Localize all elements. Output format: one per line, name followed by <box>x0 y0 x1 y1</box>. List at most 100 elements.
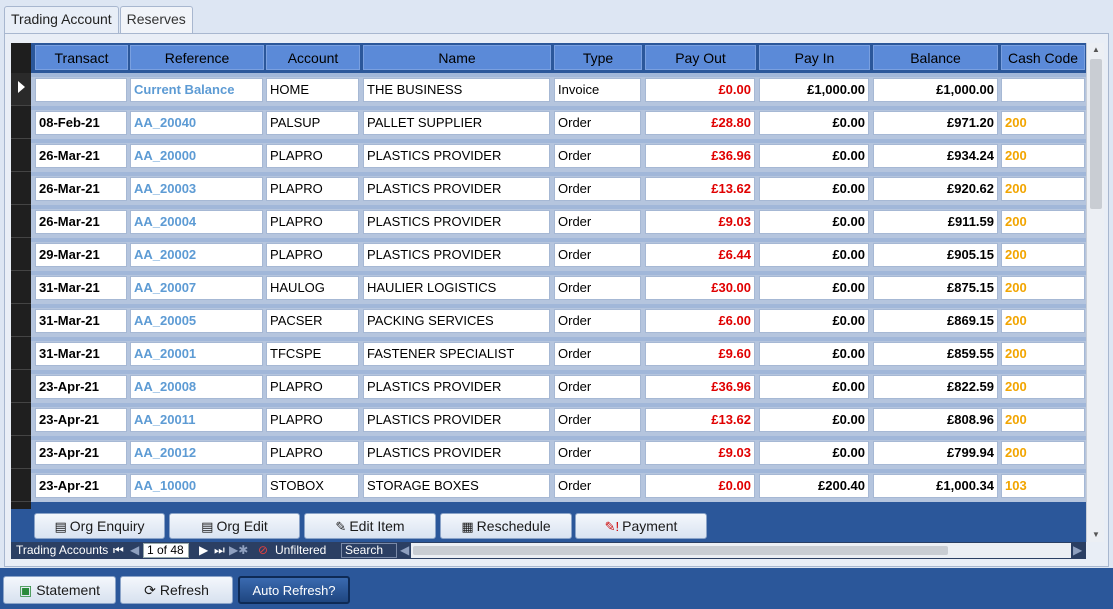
pay-out-cell[interactable]: £6.00 <box>645 309 755 333</box>
record-selector[interactable] <box>11 436 31 469</box>
transact-cell[interactable]: 23-Apr-21 <box>35 408 127 432</box>
column-header-reference[interactable]: Reference <box>130 45 264 70</box>
org-enquiry-button[interactable]: ▤ Org Enquiry <box>34 513 165 539</box>
name-cell[interactable]: PACKING SERVICES <box>363 309 550 333</box>
type-cell[interactable]: Order <box>554 309 641 333</box>
balance-cell[interactable]: £934.24 <box>873 144 998 168</box>
reference-cell[interactable]: AA_20003 <box>130 177 263 201</box>
reference-cell[interactable]: AA_20001 <box>130 342 263 366</box>
column-header-pay-in[interactable]: Pay In <box>759 45 870 70</box>
new-record-icon[interactable]: ▶✱ <box>229 542 248 559</box>
type-cell[interactable]: Order <box>554 111 641 135</box>
pay-in-cell[interactable]: £0.00 <box>759 309 869 333</box>
name-cell[interactable]: HAULIER LOGISTICS <box>363 276 550 300</box>
transact-cell[interactable]: 31-Mar-21 <box>35 276 127 300</box>
cash-code-cell[interactable]: 200 <box>1001 111 1085 135</box>
balance-cell[interactable]: £920.62 <box>873 177 998 201</box>
horizontal-scrollbar[interactable] <box>411 543 1071 558</box>
name-cell[interactable]: PLASTICS PROVIDER <box>363 243 550 267</box>
transact-cell[interactable]: 23-Apr-21 <box>35 375 127 399</box>
name-cell[interactable]: PLASTICS PROVIDER <box>363 441 550 465</box>
transact-cell[interactable]: 23-Apr-21 <box>35 474 127 498</box>
cash-code-cell[interactable]: 200 <box>1001 243 1085 267</box>
type-cell[interactable]: Order <box>554 276 641 300</box>
record-selector[interactable] <box>11 106 31 139</box>
account-cell[interactable]: PLAPRO <box>266 144 359 168</box>
horizontal-scroll-thumb[interactable] <box>413 546 948 555</box>
column-header-balance[interactable]: Balance <box>873 45 998 70</box>
reference-cell[interactable]: AA_20004 <box>130 210 263 234</box>
column-header-pay-out[interactable]: Pay Out <box>645 45 756 70</box>
record-selector[interactable] <box>11 73 31 106</box>
reschedule-button[interactable]: ▦ Reschedule <box>440 513 572 539</box>
filter-status[interactable]: Unfiltered <box>275 542 326 559</box>
type-cell[interactable]: Order <box>554 408 641 432</box>
pay-in-cell[interactable]: £0.00 <box>759 342 869 366</box>
scroll-up-icon[interactable]: ▲ <box>1087 43 1105 57</box>
account-cell[interactable]: HAULOG <box>266 276 359 300</box>
pay-out-cell[interactable]: £9.03 <box>645 441 755 465</box>
account-cell[interactable]: PLAPRO <box>266 243 359 267</box>
balance-cell[interactable]: £822.59 <box>873 375 998 399</box>
type-cell[interactable]: Order <box>554 441 641 465</box>
type-cell[interactable]: Order <box>554 342 641 366</box>
reference-cell[interactable]: AA_10000 <box>130 474 263 498</box>
record-selector[interactable] <box>11 403 31 436</box>
account-cell[interactable]: PLAPRO <box>266 210 359 234</box>
cash-code-cell[interactable]: 103 <box>1001 474 1085 498</box>
type-cell[interactable]: Order <box>554 144 641 168</box>
balance-cell[interactable]: £1,000.00 <box>873 78 998 102</box>
cash-code-cell[interactable]: 200 <box>1001 408 1085 432</box>
cash-code-cell[interactable]: 200 <box>1001 177 1085 201</box>
transact-cell[interactable]: 31-Mar-21 <box>35 342 127 366</box>
column-header-transact[interactable]: Transact <box>35 45 128 70</box>
balance-cell[interactable]: £799.94 <box>873 441 998 465</box>
cash-code-cell[interactable]: 200 <box>1001 276 1085 300</box>
pay-in-cell[interactable]: £200.40 <box>759 474 869 498</box>
filter-icon[interactable]: ⊘ <box>258 542 268 559</box>
record-selector[interactable] <box>11 205 31 238</box>
reference-cell[interactable]: AA_20012 <box>130 441 263 465</box>
pay-out-cell[interactable]: £9.60 <box>645 342 755 366</box>
pay-in-cell[interactable]: £1,000.00 <box>759 78 869 102</box>
cash-code-cell[interactable]: 200 <box>1001 375 1085 399</box>
type-cell[interactable]: Order <box>554 210 641 234</box>
transact-cell[interactable]: 29-Mar-21 <box>35 243 127 267</box>
transact-cell[interactable] <box>35 78 127 102</box>
balance-cell[interactable]: £911.59 <box>873 210 998 234</box>
account-cell[interactable]: STOBOX <box>266 474 359 498</box>
balance-cell[interactable]: £971.20 <box>873 111 998 135</box>
balance-cell[interactable]: £905.15 <box>873 243 998 267</box>
scroll-right-icon[interactable]: ▶ <box>1073 542 1082 559</box>
reference-cell[interactable]: AA_20040 <box>130 111 263 135</box>
current-record-field[interactable]: 1 of 48 <box>143 543 189 558</box>
pay-in-cell[interactable]: £0.00 <box>759 177 869 201</box>
column-header-type[interactable]: Type <box>554 45 642 70</box>
balance-cell[interactable]: £869.15 <box>873 309 998 333</box>
transact-cell[interactable]: 26-Mar-21 <box>35 210 127 234</box>
tab-reserves[interactable]: Reserves <box>119 6 193 33</box>
name-cell[interactable]: PLASTICS PROVIDER <box>363 177 550 201</box>
pay-out-cell[interactable]: £36.96 <box>645 144 755 168</box>
pay-in-cell[interactable]: £0.00 <box>759 276 869 300</box>
record-selector[interactable] <box>11 337 31 370</box>
reference-cell[interactable]: AA_20000 <box>130 144 263 168</box>
cash-code-cell[interactable] <box>1001 78 1085 102</box>
name-cell[interactable]: PLASTICS PROVIDER <box>363 144 550 168</box>
record-selector[interactable] <box>11 271 31 304</box>
name-cell[interactable]: PLASTICS PROVIDER <box>363 210 550 234</box>
pay-out-cell[interactable]: £13.62 <box>645 408 755 432</box>
reference-cell[interactable]: Current Balance <box>130 78 263 102</box>
pay-in-cell[interactable]: £0.00 <box>759 408 869 432</box>
name-cell[interactable]: STORAGE BOXES <box>363 474 550 498</box>
pay-out-cell[interactable]: £28.80 <box>645 111 755 135</box>
balance-cell[interactable]: £1,000.34 <box>873 474 998 498</box>
tab-trading-account[interactable]: Trading Account <box>4 6 119 33</box>
transact-cell[interactable]: 26-Mar-21 <box>35 177 127 201</box>
pay-in-cell[interactable]: £0.00 <box>759 144 869 168</box>
scroll-down-icon[interactable]: ▼ <box>1087 528 1105 542</box>
cash-code-cell[interactable]: 200 <box>1001 210 1085 234</box>
column-header-cash-code[interactable]: Cash Code <box>1001 45 1085 70</box>
account-cell[interactable]: TFCSPE <box>266 342 359 366</box>
vertical-scrollbar[interactable]: ▲ ▼ <box>1086 43 1104 542</box>
